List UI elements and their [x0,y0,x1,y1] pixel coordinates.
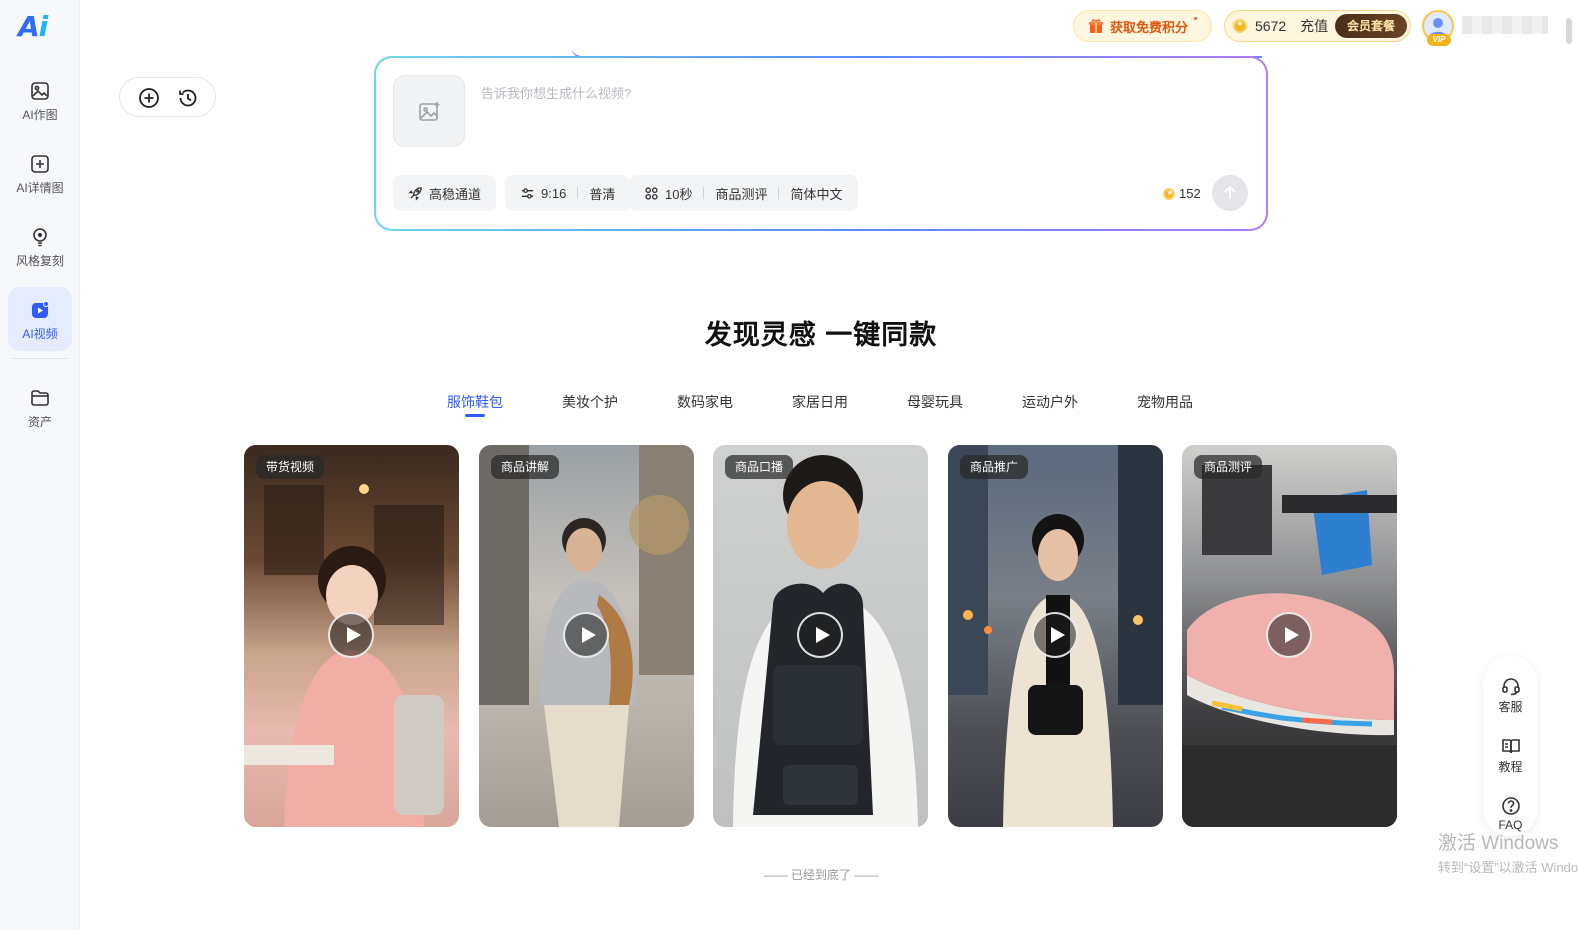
channel-label: 高稳通道 [429,186,482,202]
sliders-icon [521,187,534,199]
question-icon [1501,797,1520,815]
play-icon[interactable] [1032,612,1078,658]
video-card[interactable]: 商品讲解 [479,445,694,827]
sidebar-item-ai-detail[interactable]: AI详情图 [8,141,72,205]
tab-sports[interactable]: 运动户外 [1022,392,1078,412]
credit-cost: 152 [1163,186,1201,201]
arrow-up-icon [1224,185,1236,199]
card-tag: 商品测评 [1194,455,1263,479]
tab-apparel[interactable]: 服饰鞋包 [447,392,503,417]
notification-dot [1194,17,1197,20]
sidebar: Ai AI作图 AI详情图 风格复刻 AI视频 资产 [0,0,80,930]
chip-separator [778,187,780,199]
prompt-input[interactable] [481,78,1181,108]
scrollbar[interactable] [1566,18,1572,44]
play-icon[interactable] [797,612,843,658]
card-tag: 带货视频 [256,455,325,479]
tutorial-button[interactable]: 教程 [1483,736,1538,775]
wallet-bar: 5672 充值 会员套餐 [1224,10,1411,42]
tab-beauty[interactable]: 美妆个护 [562,392,618,412]
sidebar-item-label: 风格复刻 [15,254,64,268]
recharge-button[interactable]: 充值 [1300,16,1328,36]
sidebar-item-label: AI详情图 [16,181,64,195]
os-watermark-title: 激活 Windows [1438,833,1559,854]
member-plan-button[interactable]: 会员套餐 [1334,14,1407,38]
play-icon[interactable] [563,612,609,658]
free-points-label: 获取免费积分 [1110,19,1189,35]
upload-image-button[interactable] [393,75,465,147]
sidebar-item-style-copy[interactable]: 风格复刻 [8,214,72,278]
video-settings-chip[interactable]: 10秒 商品测评 简体中文 [629,175,858,211]
tab-baby-toys[interactable]: 母婴玩具 [907,392,963,412]
play-icon[interactable] [328,612,374,658]
tab-pets[interactable]: 宠物用品 [1137,392,1193,412]
points-balance: 5672 [1255,18,1287,34]
faq-button[interactable]: FAQ [1483,796,1538,832]
card-tag: 商品讲解 [491,455,560,479]
vip-badge: VIP [1427,34,1451,46]
template-label: 商品测评 [715,186,768,202]
customer-service-button[interactable]: 客服 [1483,676,1538,715]
credit-cost-value: 152 [1179,186,1201,201]
lightbulb-icon [33,228,47,247]
chip-separator [703,187,705,199]
video-card[interactable]: 带货视频 [244,445,459,827]
quality-label: 普清 [589,186,616,202]
sidebar-item-ai-image[interactable]: AI作图 [8,68,72,132]
ratio-quality-chip[interactable]: 9:16 普清 [505,175,631,211]
rocket-icon [408,186,422,201]
language-label: 简体中文 [790,186,843,202]
gift-icon [1089,19,1103,33]
card-tag: 商品推广 [960,455,1029,479]
prompt-box: 高稳通道 9:16 普清 10秒 商品测评 简体中文 152 [374,56,1268,231]
tutorial-label: 教程 [1498,760,1523,774]
category-tabs: 服饰鞋包 美妆个护 数码家电 家居日用 母婴玩具 运动户外 宠物用品 [0,392,1578,422]
image-icon [31,82,49,100]
session-tools [119,77,216,117]
video-card[interactable]: 商品测评 [1182,445,1397,827]
coin-icon [1233,19,1247,33]
video-card[interactable]: 商品口播 [713,445,928,827]
play-icon[interactable] [1266,612,1312,658]
send-button[interactable] [1212,175,1248,211]
video-card[interactable]: 商品推广 [948,445,1163,827]
channel-chip[interactable]: 高稳通道 [393,175,497,211]
plus-square-icon [31,155,49,173]
grid-icon [645,186,658,200]
free-points-button[interactable]: 获取免费积分 [1073,10,1212,42]
sidebar-item-label: AI作图 [22,108,58,122]
history-icon[interactable] [177,87,199,109]
card-tag: 商品口播 [725,455,794,479]
floating-help-panel: 客服 教程 FAQ [1483,656,1538,836]
os-watermark-subtitle: 转到“设置”以激活 Windows。 [1438,860,1578,875]
customer-service-label: 客服 [1498,700,1523,714]
tab-electronics[interactable]: 数码家电 [677,392,733,412]
new-session-icon[interactable] [138,87,160,109]
tab-home[interactable]: 家居日用 [792,392,848,412]
add-image-icon [419,102,440,121]
username-blurred [1462,16,1548,34]
book-icon [1501,739,1520,754]
coin-icon [1163,187,1175,200]
avatar[interactable]: VIP [1422,10,1454,46]
app-logo[interactable]: Ai [18,10,62,43]
sidebar-divider [12,358,68,359]
ratio-label: 9:16 [541,185,567,201]
end-of-list-note: —— 已经到底了 —— [763,868,879,882]
duration-label: 10秒 [665,186,693,202]
section-title: 发现灵感 一键同款 [704,320,938,350]
headset-icon [1501,678,1520,696]
prompt-inner: 高稳通道 9:16 普清 10秒 商品测评 简体中文 152 [376,58,1266,229]
chip-separator [577,187,579,199]
